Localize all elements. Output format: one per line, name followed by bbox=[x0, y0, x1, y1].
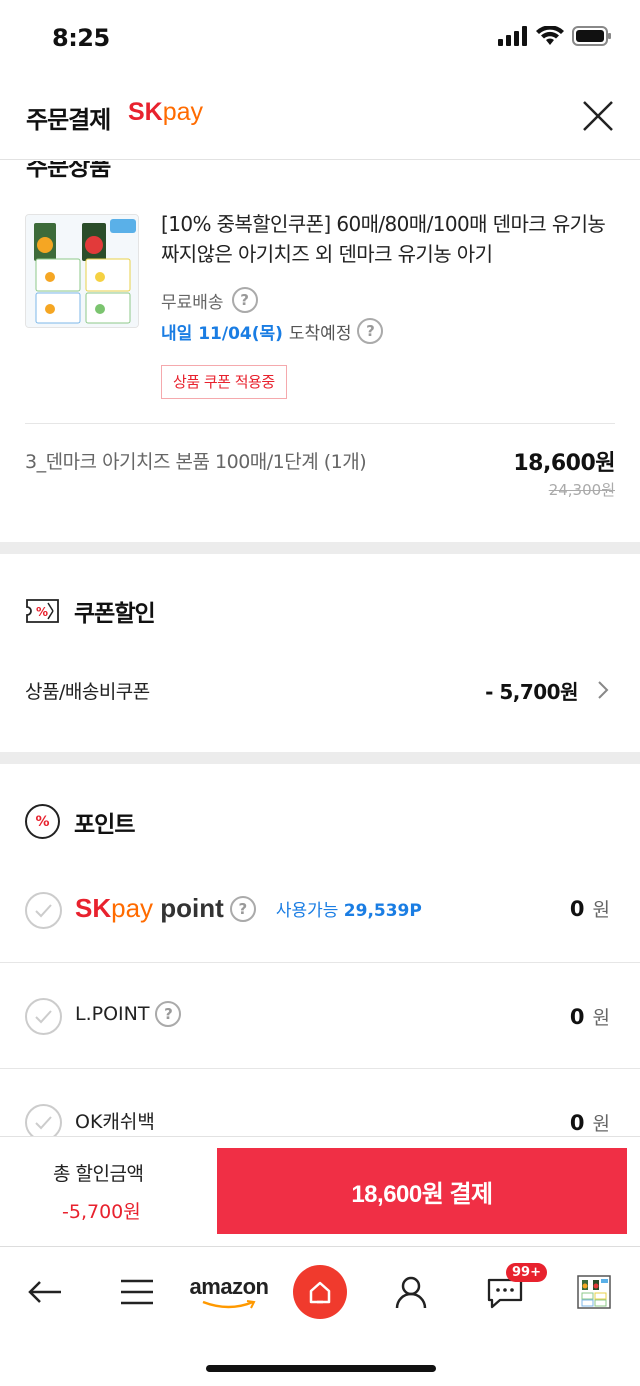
okcashbag-label: OK캐쉬백 bbox=[75, 1111, 155, 1133]
status-time: 8:25 bbox=[52, 24, 110, 52]
lpoint-label: L.POINT ? bbox=[75, 1001, 182, 1027]
chevron-right-icon[interactable] bbox=[596, 679, 610, 701]
recent-product-thumbnail-icon bbox=[577, 1275, 611, 1309]
point-value[interactable]: 0 원 bbox=[570, 1109, 610, 1136]
recent-product-button[interactable] bbox=[574, 1265, 614, 1319]
arrival-date: 내일 11/04(목) bbox=[161, 323, 283, 344]
skpay-point-label: SKpay point ? 사용가능 29,539P bbox=[75, 893, 422, 924]
check-circle-icon[interactable] bbox=[25, 998, 62, 1035]
status-bar: 8:25 bbox=[0, 0, 640, 80]
pay-button[interactable]: 18,600원 결제 bbox=[217, 1148, 627, 1234]
point-row-lpoint[interactable]: L.POINT ? 0 원 bbox=[0, 963, 640, 1069]
section-gap bbox=[0, 542, 640, 554]
product-name[interactable]: [10% 중복할인쿠폰] 60매/80매/100매 덴마크 유기농 짜지않은 아… bbox=[161, 209, 611, 269]
my-page-button[interactable] bbox=[388, 1265, 434, 1319]
section-title-order-items: 주문상품 bbox=[26, 161, 111, 181]
product-thumbnail[interactable] bbox=[25, 214, 139, 328]
total-discount-value: -5,700원 bbox=[62, 1201, 141, 1223]
skpay-logo: SKpay bbox=[128, 98, 204, 126]
page-header: 주문결제 SKpay bbox=[0, 80, 640, 160]
amazon-smile-icon bbox=[202, 1300, 256, 1309]
hamburger-menu-icon bbox=[121, 1279, 153, 1305]
product-option: 3_덴마크 아기치즈 본품 100매/1단계 (1개) bbox=[25, 451, 367, 473]
page-title: 주문결제 bbox=[26, 106, 111, 134]
home-icon bbox=[293, 1265, 347, 1319]
amazon-logo: amazon bbox=[189, 1274, 269, 1299]
skpay-point-logo: SKpay point bbox=[75, 893, 224, 923]
section-gap bbox=[0, 752, 640, 764]
signal-icon bbox=[498, 26, 527, 46]
coupon-amount[interactable]: - 5,700원 bbox=[485, 676, 578, 705]
check-circle-icon[interactable] bbox=[25, 1104, 62, 1136]
coupon-row-label[interactable]: 상품/배송비쿠폰 bbox=[25, 677, 150, 704]
coupon-section-title: 쿠폰할인 bbox=[74, 601, 156, 627]
points-section-header: % 포인트 bbox=[25, 804, 135, 839]
help-icon[interactable]: ? bbox=[357, 318, 384, 344]
help-icon[interactable]: ? bbox=[229, 895, 256, 922]
help-icon[interactable]: ? bbox=[155, 1001, 182, 1027]
chat-badge: 99+ bbox=[506, 1263, 547, 1282]
divider bbox=[25, 423, 615, 424]
available-points: 사용가능 29,539P bbox=[275, 901, 422, 921]
point-row-skpay[interactable]: SKpay point ? 사용가능 29,539P 0 원 bbox=[0, 857, 640, 963]
total-discount-label: 총 할인금액 bbox=[53, 1163, 144, 1185]
coupon-applied-badge: 상품 쿠폰 적용중 bbox=[161, 365, 287, 399]
arrow-left-icon bbox=[28, 1281, 61, 1303]
home-button[interactable] bbox=[292, 1265, 348, 1319]
arrival-suffix: 도착예정 bbox=[288, 323, 352, 344]
arrival-info: 내일 11/04(목) 도착예정 ? bbox=[161, 318, 384, 344]
point-row-okcashbag[interactable]: OK캐쉬백 0 원 bbox=[0, 1069, 640, 1136]
percent-circle-icon: % bbox=[25, 804, 60, 839]
menu-button[interactable] bbox=[114, 1265, 160, 1319]
help-icon[interactable]: ? bbox=[231, 287, 258, 313]
shipping-label: 무료배송 bbox=[161, 292, 224, 313]
coupon-tag-icon: % bbox=[26, 599, 59, 623]
back-button[interactable] bbox=[22, 1265, 68, 1319]
checkout-footer: 총 할인금액 -5,700원 18,600원 결제 bbox=[0, 1136, 640, 1246]
user-icon bbox=[395, 1276, 427, 1309]
close-icon[interactable] bbox=[580, 98, 616, 134]
point-value[interactable]: 0 원 bbox=[570, 1003, 610, 1030]
wifi-icon bbox=[536, 26, 564, 45]
chat-button[interactable]: 99+ bbox=[482, 1263, 547, 1319]
product-image bbox=[26, 215, 138, 327]
point-value[interactable]: 0 원 bbox=[570, 895, 610, 922]
product-original-price: 24,300원 bbox=[548, 481, 615, 499]
home-indicator bbox=[206, 1365, 436, 1372]
svg-text:%: % bbox=[36, 605, 48, 619]
amazon-button[interactable]: amazon bbox=[186, 1265, 272, 1319]
status-icons bbox=[498, 26, 612, 46]
coupon-section-header: % 쿠폰할인 bbox=[25, 594, 156, 628]
order-content[interactable]: 주문상품 [10% 중복할인쿠폰] 60매/80매/100매 덴마크 유기농 짜… bbox=[0, 161, 640, 1136]
battery-icon bbox=[572, 26, 611, 46]
product-price: 18,600원 bbox=[513, 451, 615, 476]
shipping-info: 무료배송 ? bbox=[161, 287, 258, 313]
points-section-title: 포인트 bbox=[74, 811, 135, 838]
check-circle-icon[interactable] bbox=[25, 892, 62, 929]
